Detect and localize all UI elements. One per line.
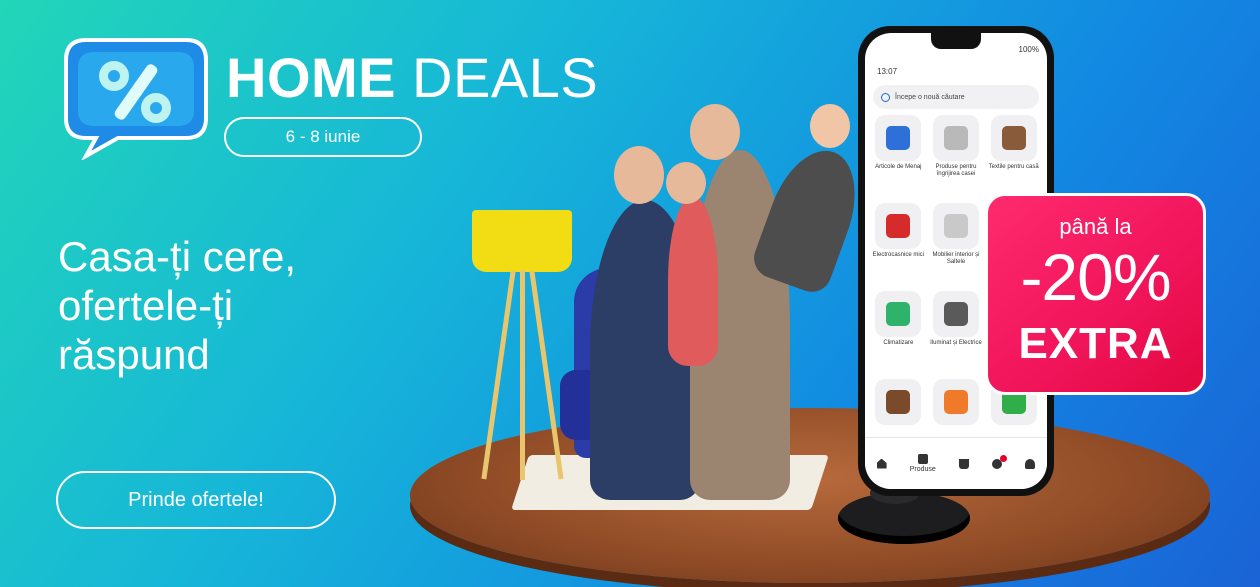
category-product-icon <box>943 214 968 238</box>
date-range-badge: 6 - 8 iunie <box>224 117 422 157</box>
girl-head <box>666 162 706 204</box>
tab-products-label: Produse <box>909 466 936 473</box>
category-label: Mobilier interior și Saltele <box>932 252 980 265</box>
search-icon <box>881 92 890 102</box>
phone-notch <box>931 33 981 49</box>
notification-badge <box>1000 454 1008 462</box>
tab-favorites[interactable] <box>992 454 1008 469</box>
home-icon <box>876 458 887 469</box>
category-label: Articole de Menaj <box>875 164 922 170</box>
category-tile[interactable]: Electrocasnice mici <box>871 203 926 287</box>
home-deals-banner[interactable]: HOME DEALS 6 - 8 iunie Casa-ți cere, ofe… <box>0 0 1260 587</box>
category-label: Textile pentru casă <box>988 164 1039 170</box>
category-image <box>875 115 922 161</box>
category-product-icon <box>1001 126 1026 150</box>
category-product-icon <box>886 390 911 414</box>
headline: Casa-ți cere, ofertele-ți răspund <box>58 232 296 379</box>
tab-cart[interactable] <box>959 458 969 469</box>
app-search-input[interactable]: Începe o nouă căutare <box>873 85 1039 109</box>
floor-lamp-leg-center <box>520 270 525 480</box>
headline-line-1: Casa-ți cere, <box>58 233 297 280</box>
category-tile[interactable]: Produse pentru îngrijirea casei <box>929 115 984 199</box>
tab-home[interactable] <box>876 458 887 469</box>
category-label: Electrocasnice mici <box>872 252 924 258</box>
discount-suffix: EXTRA <box>1018 319 1173 368</box>
brand-title-bold: HOME <box>226 46 396 109</box>
category-label: Produse pentru îngrijirea casei <box>935 164 977 177</box>
status-time: 13:07 <box>877 67 898 76</box>
status-battery: 100% <box>1018 45 1039 54</box>
app-tabbar: Produse <box>865 437 1047 489</box>
category-product-icon <box>943 126 968 150</box>
category-product-icon <box>943 390 968 414</box>
category-image <box>932 379 979 425</box>
category-image <box>875 203 922 249</box>
headline-line-2: ofertele-ți <box>58 282 234 330</box>
tab-products[interactable]: Produse <box>910 454 936 473</box>
search-placeholder: Începe o nouă căutare <box>895 93 965 101</box>
girl-figure <box>668 196 718 366</box>
grid-icon <box>917 454 928 464</box>
category-image <box>990 115 1037 161</box>
brand-title: HOME DEALS <box>226 50 598 106</box>
father-head <box>690 104 740 160</box>
user-icon <box>1025 458 1036 469</box>
category-tile[interactable]: Articole de Menaj <box>871 115 926 199</box>
category-product-icon <box>943 302 968 326</box>
category-label: Climatizare <box>883 340 914 346</box>
category-image <box>932 291 979 337</box>
shop-offers-button[interactable]: Prinde ofertele! <box>56 471 336 529</box>
category-tile[interactable]: Mobilier interior și Saltele <box>929 203 984 287</box>
discount-badge: până la -20% EXTRA <box>985 193 1206 395</box>
headline-line-3: răspund <box>58 331 210 379</box>
discount-value: -20% <box>1020 240 1171 314</box>
category-product-icon <box>886 214 911 238</box>
category-image <box>875 379 922 425</box>
category-tile[interactable]: Climatizare <box>871 291 926 375</box>
mother-head <box>614 146 664 204</box>
category-tile[interactable]: Iluminat și Electrice <box>929 291 984 375</box>
floor-lamp-shade <box>472 210 572 272</box>
category-image <box>932 203 979 249</box>
tab-account[interactable] <box>1025 458 1036 469</box>
discount-prefix: până la <box>1059 214 1132 239</box>
category-product-icon <box>886 302 911 326</box>
category-tile[interactable]: Textile pentru casă <box>986 115 1041 199</box>
boy-figure <box>748 138 872 298</box>
boy-head <box>810 104 850 148</box>
brand-title-light: DEALS <box>396 46 599 109</box>
category-image <box>875 291 922 337</box>
category-image <box>932 115 979 161</box>
percent-bubble-logo-icon <box>64 38 208 160</box>
cart-icon <box>959 458 969 469</box>
category-product-icon <box>886 126 911 150</box>
category-label: Iluminat și Electrice <box>930 340 982 346</box>
